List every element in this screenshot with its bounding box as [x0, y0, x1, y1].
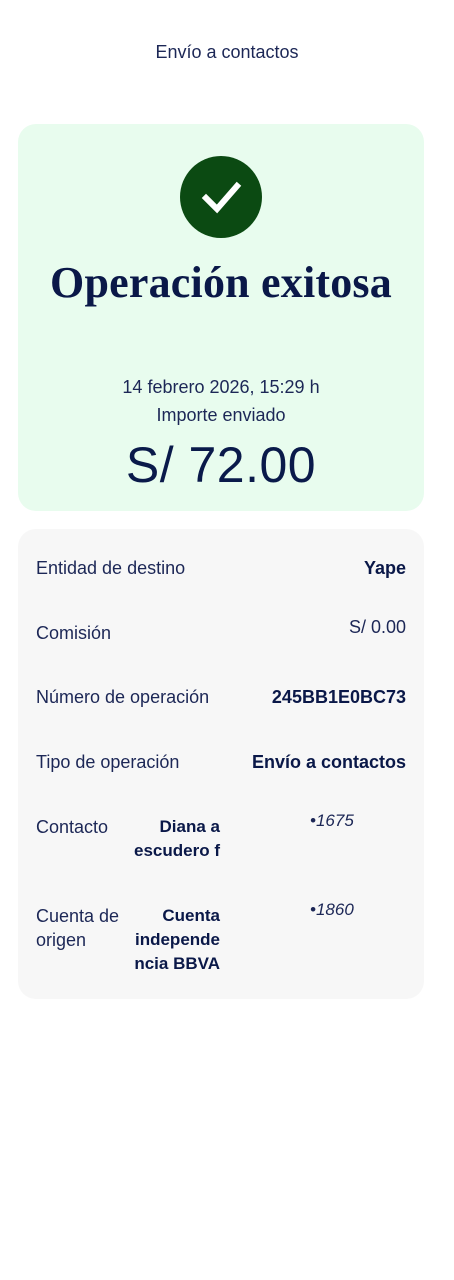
operation-datetime: 14 febrero 2026, 15:29 h	[122, 377, 320, 397]
cuenta-name: Cuenta independe ncia BBVA	[132, 904, 220, 976]
entidad-value: Yape	[363, 558, 406, 578]
cuenta-name-line2: independe	[134, 930, 220, 949]
contacto-name-line2: escudero f	[134, 841, 220, 860]
cuenta-label-line1: Cuenta de	[36, 906, 120, 926]
success-card: Operación exitosa 14 febrero 2026, 15:29…	[18, 124, 424, 511]
cuenta-label-line2: origen	[36, 930, 87, 950]
cuenta-masked-number: •1860	[310, 900, 354, 919]
contacto-label: Contacto	[36, 817, 109, 837]
contacto-name-line1: Diana a	[159, 817, 220, 836]
cuenta-label: Cuenta de origen	[36, 904, 126, 952]
details-card: Entidad de destino Yape Comisión S/ 0.00…	[18, 529, 424, 999]
contacto-name: Diana a escudero f	[132, 815, 220, 863]
success-title: Operación exitosa	[50, 258, 392, 307]
check-icon	[180, 156, 262, 238]
tipo-label: Tipo de operación	[36, 752, 180, 772]
amount-label: Importe enviado	[156, 405, 286, 425]
contacto-masked-number: •1675	[310, 811, 354, 830]
amount-value: S/ 72.00	[125, 437, 317, 493]
cuenta-name-line3: ncia BBVA	[134, 954, 220, 973]
comision-value: S/ 0.00	[348, 617, 406, 637]
page-title: Envío a contactos	[155, 42, 299, 62]
cuenta-name-line1: Cuenta	[162, 906, 220, 925]
comision-label: Comisión	[36, 623, 112, 643]
tipo-value: Envío a contactos	[251, 752, 406, 772]
numero-label: Número de operación	[36, 687, 210, 707]
entidad-label: Entidad de destino	[36, 558, 186, 578]
numero-value: 245BB1E0BC73	[271, 687, 406, 707]
